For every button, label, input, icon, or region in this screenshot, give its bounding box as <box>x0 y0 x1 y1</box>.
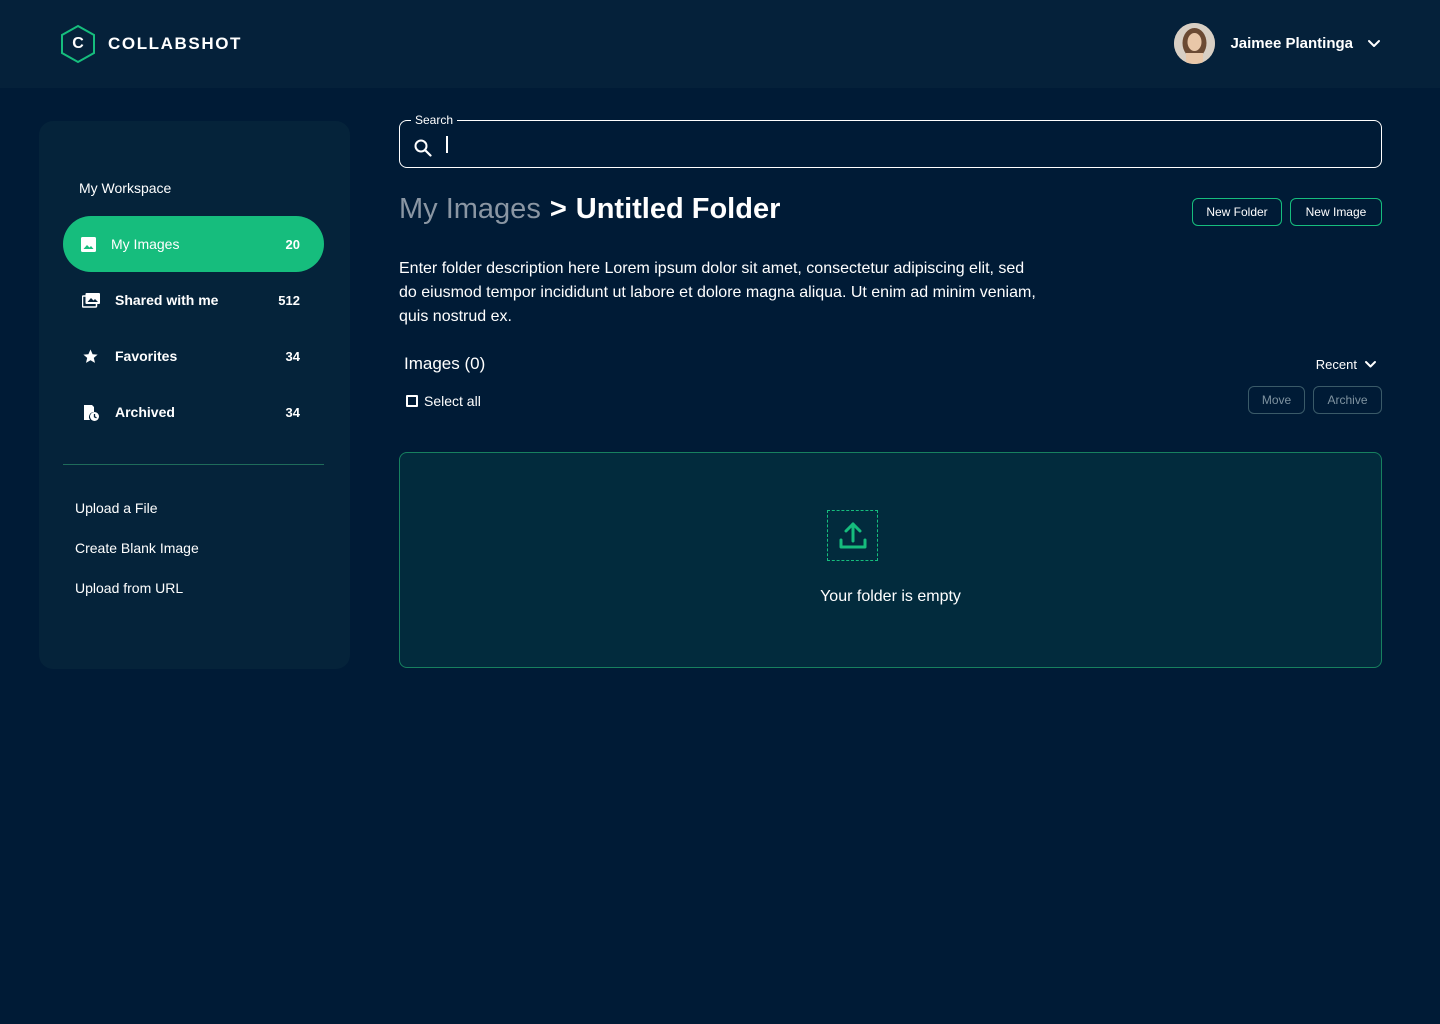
chevron-down-icon <box>1364 358 1377 371</box>
sidebar-item-archived[interactable]: Archived 34 <box>63 384 324 440</box>
sidebar-item-count: 34 <box>285 348 300 364</box>
chevron-down-icon[interactable] <box>1366 36 1382 52</box>
search-field[interactable]: Search <box>399 113 1382 168</box>
shared-images-icon <box>81 292 100 309</box>
sidebar-item-count: 20 <box>285 236 300 252</box>
user-menu[interactable]: Jaimee Plantinga <box>1174 23 1382 64</box>
folder-description[interactable]: Enter folder description here Lorem ipsu… <box>399 257 1039 329</box>
app-name: COLLABSHOT <box>108 34 243 53</box>
avatar[interactable] <box>1174 23 1216 64</box>
breadcrumb: My Images > Untitled Folder <box>399 193 780 226</box>
empty-folder-panel[interactable]: Your folder is empty <box>399 452 1382 668</box>
new-folder-button[interactable]: New Folder <box>1192 198 1282 226</box>
sidebar-item-favorites[interactable]: Favorites 34 <box>63 328 324 384</box>
sidebar-divider <box>63 464 324 465</box>
sidebar-item-count: 34 <box>285 404 300 420</box>
upload-icon[interactable] <box>827 510 878 561</box>
sidebar-item-label: My Images <box>111 236 180 252</box>
upload-file-link[interactable]: Upload a File <box>75 500 158 516</box>
logo-letter: C <box>72 35 84 52</box>
sidebar-item-my-images[interactable]: My Images 20 <box>63 216 324 272</box>
create-blank-image-link[interactable]: Create Blank Image <box>75 540 199 556</box>
move-button[interactable]: Move <box>1248 386 1305 414</box>
search-label: Search <box>411 113 458 127</box>
search-input[interactable] <box>444 131 1364 159</box>
page-title: Untitled Folder <box>575 193 781 225</box>
empty-message: Your folder is empty <box>820 588 961 605</box>
sidebar-item-label: Archived <box>115 404 175 420</box>
top-header: C COLLABSHOT Jaimee Plantinga <box>0 0 1440 88</box>
sort-label: Recent <box>1315 357 1357 372</box>
select-all-checkbox[interactable]: Select all <box>406 393 481 409</box>
sidebar-item-label: Favorites <box>115 348 178 364</box>
new-image-button[interactable]: New Image <box>1290 198 1382 226</box>
star-icon <box>82 348 99 365</box>
sidebar-item-shared-with-me[interactable]: Shared with me 512 <box>63 272 324 328</box>
upload-from-url-link[interactable]: Upload from URL <box>75 580 183 596</box>
sidebar-item-label: Shared with me <box>115 292 219 308</box>
breadcrumb-separator: > <box>549 193 567 225</box>
sort-dropdown[interactable]: Recent <box>1316 357 1377 372</box>
archive-button[interactable]: Archive <box>1313 386 1382 414</box>
search-icon[interactable] <box>414 139 432 157</box>
images-count-label: Images (0) <box>404 354 486 373</box>
sidebar-item-count: 512 <box>278 292 300 308</box>
text-cursor <box>446 136 448 153</box>
app-logo[interactable]: C COLLABSHOT <box>59 24 242 64</box>
image-icon <box>80 236 97 253</box>
user-name: Jaimee Plantinga <box>1230 35 1353 52</box>
select-all-label: Select all <box>424 393 481 409</box>
checkbox[interactable] <box>406 395 418 407</box>
workspace-title: My Workspace <box>79 180 172 196</box>
breadcrumb-parent[interactable]: My Images <box>399 193 541 226</box>
archive-clock-icon <box>82 404 99 421</box>
sidebar: My Workspace My Images 20 Shared with me… <box>39 121 350 669</box>
logo-hexagon-icon: C <box>59 24 97 64</box>
